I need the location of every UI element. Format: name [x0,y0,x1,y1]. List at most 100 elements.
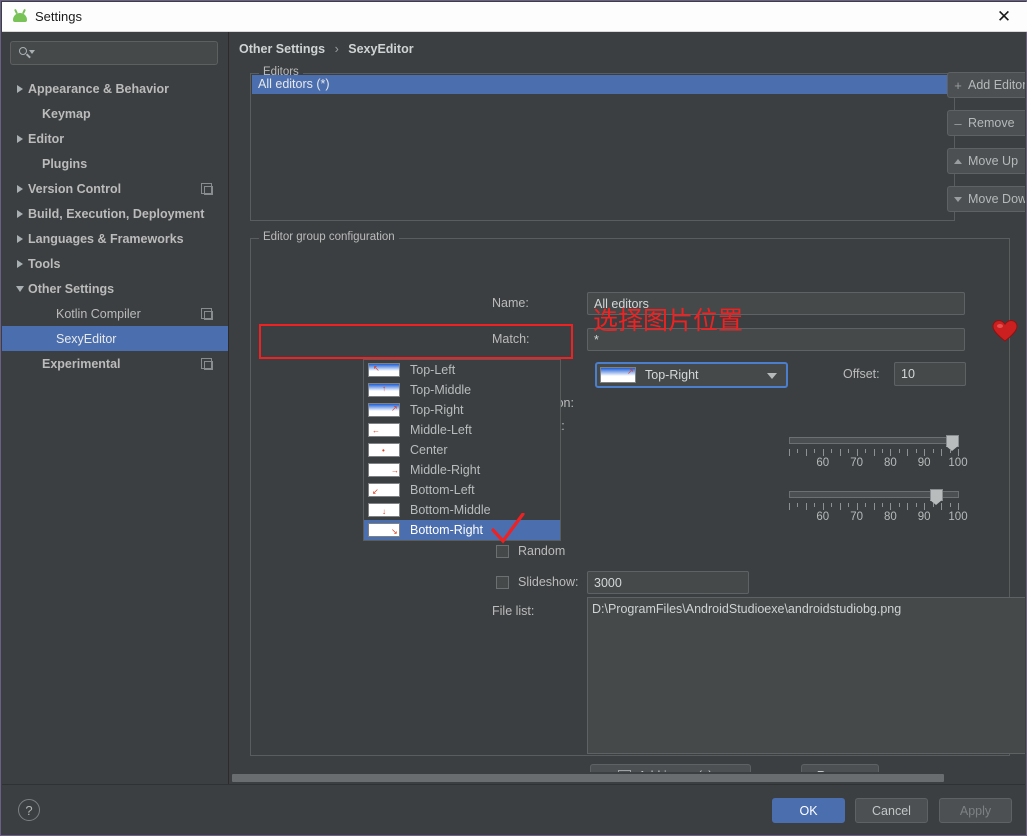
slider-tick-label: 70 [850,457,863,469]
sidebar-item-keymap[interactable]: Keymap [2,101,228,126]
sidebar-item-languages-frameworks[interactable]: Languages & Frameworks [2,226,228,251]
scrollbar-thumb[interactable] [232,774,944,782]
move-up-button[interactable]: Move Up [947,148,1025,174]
slider-tick-label: 70 [850,511,863,523]
position-option-bottom-right[interactable]: ↘ Bottom-Right [364,520,560,540]
slider-tick [949,449,951,453]
position-option-label: Top-Right [410,403,464,417]
position-option-top-right[interactable]: ↗ Top-Right [364,400,560,420]
move-down-button[interactable]: Move Down [947,186,1025,212]
copy-settings-icon[interactable] [201,183,213,195]
shrink-slider-knob[interactable] [946,435,959,451]
slider-tick [873,503,875,510]
position-thumbnail-icon: → [368,463,400,477]
slider-tick [848,449,850,453]
slider-tick [932,503,934,507]
slider-tick [856,503,858,510]
sidebar-item-kotlin-compiler[interactable]: Kotlin Compiler [2,301,228,326]
position-thumbnail-icon: ← [368,423,400,437]
close-icon[interactable]: ✕ [981,2,1027,31]
slider-tick [865,503,867,507]
slideshow-interval-field[interactable]: 3000 [587,571,749,594]
search-input[interactable] [10,41,218,65]
editors-action-buttons: + Add Editor –Remove Move Up Move Down [947,72,1025,224]
help-button[interactable]: ? [18,799,40,821]
editor-list-item[interactable]: All editors (*) [252,75,953,94]
slider-tick [932,449,934,453]
position-dropdown-menu[interactable]: ↖ Top-Left ↑ Top-Middle ↗ Top-Right ← Middle-Le… [363,359,561,541]
button-label: Remove [968,116,1015,130]
sidebar-item-label: Version Control [28,181,122,196]
settings-window: Settings ✕ Appearance & Behavior Keymap Ed… [0,0,1027,836]
chevron-right-icon[interactable] [12,84,28,93]
slider-tick [856,449,858,456]
shrink-slider-track[interactable] [789,437,959,444]
chevron-down-icon[interactable] [12,285,28,292]
slider-tick [805,503,807,510]
button-label: Move Down [968,192,1025,206]
sidebar-item-label: Tools [28,256,61,271]
cancel-button[interactable]: Cancel [855,798,928,823]
sidebar-item-other-settings[interactable]: Other Settings [2,276,228,301]
copy-settings-icon[interactable] [201,308,213,320]
slider-tick [907,449,909,456]
chevron-right-icon[interactable] [12,234,28,243]
sidebar-item-build-execution-deployment[interactable]: Build, Execution, Deployment [2,201,228,226]
slider-tick [915,449,917,453]
position-option-top-left[interactable]: ↖ Top-Left [364,360,560,380]
sidebar-item-editor[interactable]: Editor [2,126,228,151]
breadcrumb: Other Settings › SexyEditor [239,42,414,56]
sidebar-item-appearance-behavior[interactable]: Appearance & Behavior [2,76,228,101]
position-option-label: Middle-Right [410,463,481,477]
copy-settings-icon[interactable] [201,358,213,370]
editors-group: Editors All editors (*) [250,66,955,221]
direction-arrow-icon: ↖ [373,364,380,373]
slider-tick-label: 90 [917,457,931,469]
position-dropdown[interactable]: ↗ Top-Right [595,362,788,388]
position-option-middle-right[interactable]: → Middle-Right [364,460,560,480]
breadcrumb-parent[interactable]: Other Settings [239,42,325,56]
shrink-slider-ticks [789,449,959,457]
slider-tick [789,449,790,456]
position-option-bottom-left[interactable]: ↙ Bottom-Left [364,480,560,500]
position-option-top-middle[interactable]: ↑ Top-Middle [364,380,560,400]
opacity-slider-knob[interactable] [930,489,944,505]
search-icon [16,44,35,62]
chevron-right-icon[interactable] [12,134,28,143]
position-thumbnail-icon: ↘ [368,523,400,537]
slider-tick-label: 80 [883,511,897,523]
file-list[interactable]: D:\ProgramFiles\AndroidStudioexe\android… [587,597,1025,754]
chevron-right-icon[interactable] [12,259,28,268]
offset-label-row: Offset: [843,367,880,381]
sidebar-item-tools[interactable]: Tools [2,251,228,276]
position-option-center[interactable]: • Center [364,440,560,460]
sidebar-item-version-control[interactable]: Version Control [2,176,228,201]
position-thumbnail-icon: ↗ [600,367,636,383]
sidebar-item-plugins[interactable]: Plugins [2,151,228,176]
file-list-item[interactable]: D:\ProgramFiles\AndroidStudioexe\android… [588,598,1025,616]
remove-button[interactable]: – Remove [947,110,1025,136]
slideshow-checkbox[interactable] [496,575,509,589]
apply-button[interactable]: Apply [939,798,1012,823]
slideshow-checkbox-row[interactable]: Slideshow: [496,575,578,589]
offset-field[interactable]: 10 [894,362,966,386]
position-option-bottom-middle[interactable]: ↓ Bottom-Middle [364,500,560,520]
add-editor-button[interactable]: + Add Editor [947,72,1025,98]
ok-button[interactable]: OK [772,798,845,823]
horizontal-scrollbar[interactable] [229,772,1025,784]
position-value: Top-Right [645,368,699,382]
title-bar: Settings ✕ [2,2,1027,32]
chevron-right-icon[interactable] [12,184,28,193]
slider-tick [805,449,807,456]
sidebar-item-experimental[interactable]: Experimental [2,351,228,376]
position-option-middle-left[interactable]: ← Middle-Left [364,420,560,440]
chevron-down-icon[interactable] [767,373,777,379]
editors-list[interactable]: All editors (*) [252,75,953,219]
direction-arrow-icon: ↓ [382,507,386,516]
sidebar-item-sexyeditor[interactable]: SexyEditor [2,326,228,351]
caret-up-icon [948,158,968,164]
direction-arrow-icon: ↙ [372,487,379,496]
slider-tick [915,503,917,507]
chevron-right-icon[interactable] [12,209,28,218]
position-thumbnail-icon: ↗ [368,403,400,417]
